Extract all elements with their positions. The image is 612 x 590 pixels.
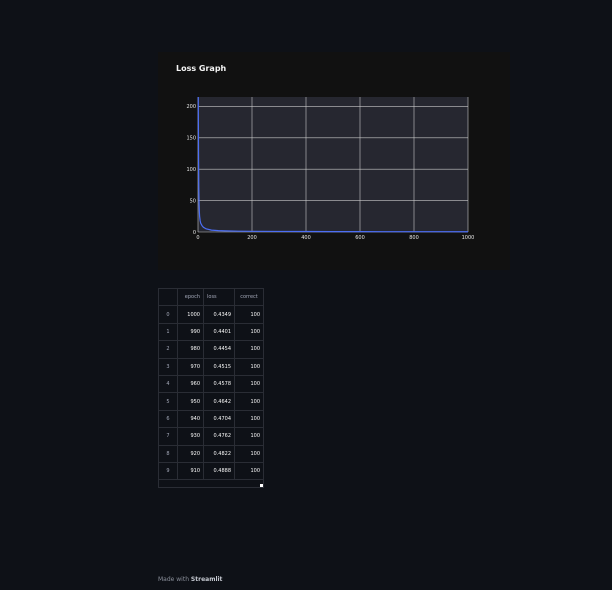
footer: Made with Streamlit: [158, 576, 222, 583]
table-row[interactable]: 8 920 0.4822 100: [159, 445, 263, 463]
row-index-cell[interactable]: 0: [159, 306, 178, 324]
x-tick-label: 1000: [462, 235, 475, 241]
table-header-row: epoch loss correct: [159, 289, 263, 307]
x-tick-label: 400: [301, 235, 311, 241]
row-index-cell[interactable]: 7: [159, 428, 178, 446]
x-tick-label: 800: [409, 235, 419, 241]
table-row[interactable]: 9 910 0.4888 100: [159, 463, 263, 481]
epoch-cell[interactable]: 940: [178, 410, 204, 429]
row-index-cell[interactable]: 4: [159, 376, 178, 394]
correct-cell[interactable]: 100: [235, 463, 263, 481]
table-row[interactable]: 7 930 0.4762 100: [159, 428, 263, 446]
row-index-cell[interactable]: 6: [159, 410, 178, 429]
row-index-cell[interactable]: 9: [159, 463, 178, 481]
row-index-cell[interactable]: 5: [159, 393, 178, 411]
loss-cell[interactable]: 0.4349: [204, 306, 235, 324]
loss-cell[interactable]: 0.4888: [204, 463, 235, 481]
footer-prefix: Made with: [158, 576, 189, 583]
correct-cell[interactable]: 100: [235, 393, 263, 411]
loss-cell[interactable]: 0.4704: [204, 410, 235, 429]
correct-cell[interactable]: 100: [235, 341, 263, 359]
table-row[interactable]: 4 960 0.4578 100: [159, 376, 263, 394]
row-index-cell[interactable]: 8: [159, 445, 178, 463]
table-header-index: [159, 289, 178, 307]
correct-cell[interactable]: 100: [235, 411, 263, 429]
x-tick-label: 600: [355, 235, 365, 241]
loss-cell[interactable]: 0.4454: [204, 341, 235, 359]
loss-chart[interactable]: 0501001502000 200 400 600 800 1000: [158, 52, 510, 270]
plot-area: [198, 97, 468, 232]
table-row[interactable]: 6 940 0.4704 100: [159, 410, 263, 429]
correct-cell[interactable]: 100: [235, 428, 263, 446]
footer-brand-link[interactable]: Streamlit: [191, 576, 223, 583]
table-row[interactable]: 2 980 0.4454 100: [159, 341, 263, 359]
correct-cell[interactable]: 100: [235, 446, 263, 463]
loss-cell[interactable]: 0.4642: [204, 393, 235, 411]
column-header-loss[interactable]: loss: [204, 289, 235, 307]
epoch-cell[interactable]: 1000: [178, 306, 204, 324]
table-row[interactable]: 3 970 0.4515 100: [159, 358, 263, 376]
column-header-epoch[interactable]: epoch: [178, 289, 204, 307]
y-tick-label: 150: [186, 136, 196, 142]
column-header-correct[interactable]: correct: [235, 289, 263, 307]
y-tick-label: 200: [186, 104, 196, 110]
correct-cell[interactable]: 100: [235, 359, 263, 376]
correct-cell[interactable]: 100: [235, 324, 263, 342]
table-row[interactable]: 5 950 0.4642 100: [159, 393, 263, 411]
y-tick-label: 100: [186, 167, 196, 173]
correct-cell[interactable]: 100: [235, 306, 263, 324]
epoch-cell[interactable]: 960: [178, 376, 204, 394]
table-row[interactable]: 0 1000 0.4349 100: [159, 306, 263, 324]
row-index-cell[interactable]: 3: [159, 358, 178, 376]
table-row[interactable]: 1 990 0.4401 100: [159, 323, 263, 342]
epoch-cell[interactable]: 980: [178, 341, 204, 359]
loss-cell[interactable]: 0.4578: [204, 376, 235, 394]
epoch-cell[interactable]: 910: [178, 463, 204, 481]
x-tick-label: 200: [247, 235, 257, 241]
y-tick-label: 50: [190, 198, 196, 204]
epoch-cell[interactable]: 950: [178, 393, 204, 411]
correct-cell[interactable]: 100: [235, 376, 263, 394]
loss-cell[interactable]: 0.4822: [204, 445, 235, 463]
loss-cell[interactable]: 0.4515: [204, 358, 235, 376]
epoch-cell[interactable]: 990: [178, 323, 204, 342]
loss-cell[interactable]: 0.4762: [204, 428, 235, 446]
x-tick-label: 0: [196, 235, 199, 241]
row-index-cell[interactable]: 1: [159, 323, 178, 342]
loss-cell[interactable]: 0.4401: [204, 323, 235, 342]
row-index-cell[interactable]: 2: [159, 341, 178, 359]
epoch-cell[interactable]: 930: [178, 428, 204, 446]
table-resize-handle[interactable]: [260, 484, 263, 487]
data-table[interactable]: epoch loss correct 0 1000 0.4349 100 1 990 0.4…: [158, 288, 264, 488]
epoch-cell[interactable]: 920: [178, 445, 204, 463]
epoch-cell[interactable]: 970: [178, 358, 204, 376]
